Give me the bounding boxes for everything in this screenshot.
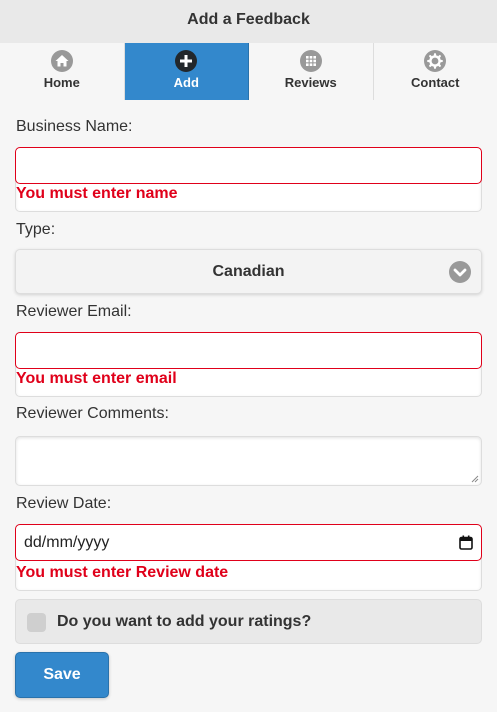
calendar-icon[interactable] xyxy=(459,535,473,550)
tab-reviews-label: Reviews xyxy=(284,75,337,90)
business-name-input[interactable] xyxy=(15,147,482,184)
tab-add-label: Add xyxy=(173,75,199,90)
home-icon xyxy=(50,50,73,72)
type-label: Type: xyxy=(16,221,56,238)
gear-icon xyxy=(424,50,447,72)
review-date-input[interactable]: dd/mm/yyyy xyxy=(15,524,482,561)
chevron-down-icon xyxy=(449,261,471,283)
reviewer-email-input[interactable] xyxy=(15,332,482,369)
business-name-label: Business Name: xyxy=(16,118,133,135)
type-select-value: Canadian xyxy=(212,263,285,280)
review-date-error: You must enter Review date xyxy=(16,564,229,581)
reviewer-comments-textarea[interactable] xyxy=(15,436,482,486)
page-header: Add a Feedback xyxy=(0,0,497,44)
tab-contact-label: Contact xyxy=(411,75,460,90)
grid-icon xyxy=(299,50,322,72)
review-date-placeholder: dd/mm/yyyy xyxy=(24,534,110,551)
ratings-checkbox-row[interactable]: Do you want to add your ratings? xyxy=(15,599,482,644)
save-button[interactable]: Save xyxy=(15,652,109,698)
page-title: Add a Feedback xyxy=(187,11,310,28)
tab-reviews[interactable]: Reviews xyxy=(249,43,374,100)
reviewer-comments-label: Reviewer Comments: xyxy=(16,405,169,422)
resize-grip-icon[interactable] xyxy=(471,475,479,483)
tab-home-label: Home xyxy=(43,75,80,90)
ratings-checkbox-label: Do you want to add your ratings? xyxy=(57,613,312,630)
review-date-label: Review Date: xyxy=(16,495,112,512)
plus-icon xyxy=(175,50,198,72)
tab-contact[interactable]: Contact xyxy=(373,43,497,100)
tab-add[interactable]: Add xyxy=(124,43,249,100)
tab-home[interactable]: Home xyxy=(0,43,125,100)
ratings-checkbox[interactable] xyxy=(27,613,46,632)
reviewer-email-label: Reviewer Email: xyxy=(16,303,132,320)
nav-bar: Home Add Reviews Contact xyxy=(0,43,497,100)
business-name-error: You must enter name xyxy=(16,185,178,202)
reviewer-email-error: You must enter email xyxy=(16,370,177,387)
type-select[interactable]: Canadian xyxy=(15,249,482,294)
